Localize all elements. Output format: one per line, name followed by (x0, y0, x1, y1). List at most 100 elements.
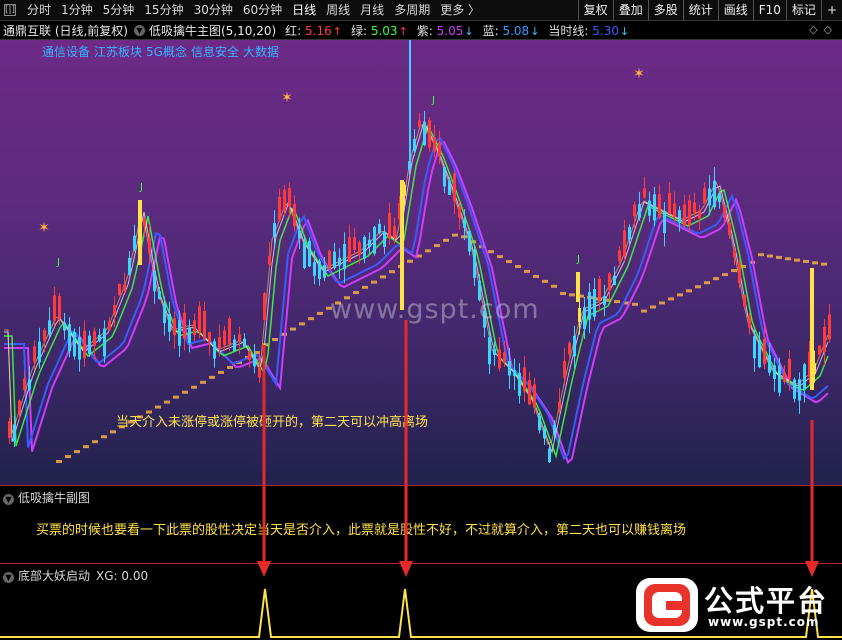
toolbar-button[interactable]: 统计 (682, 0, 718, 20)
candle-body (438, 141, 441, 157)
candle-body (618, 250, 621, 261)
sub-panel-2-title[interactable]: ▼ 底部大妖启动 XG: 0.00 (3, 567, 148, 584)
candle-body (358, 242, 361, 255)
period-tab[interactable]: 多周期 (389, 0, 435, 20)
chevron-down-icon[interactable]: ▼ (134, 24, 145, 36)
period-tab[interactable]: 分时 (22, 0, 56, 20)
candle-body (748, 315, 751, 328)
candle-body (303, 241, 306, 269)
candle-body (818, 345, 821, 355)
staircase-segment (659, 301, 665, 305)
period-tab[interactable]: 更多 〉 (435, 0, 485, 20)
staircase-segment (371, 280, 377, 284)
period-tab[interactable]: 15分钟 (139, 0, 188, 20)
candle-body (288, 188, 291, 207)
toolbar-button[interactable]: 画线 (717, 0, 753, 20)
period-tab[interactable]: 1分钟 (56, 0, 98, 20)
staircase-segment (182, 390, 188, 394)
staircase-segment (200, 380, 206, 384)
annotation-sub: 买票的时候也要看一下此票的股性决定当天是否介入，此票就是股性不好，不过就算介入，… (36, 523, 687, 538)
ma-value: 红: 5.16↑ (285, 23, 342, 38)
period-tab[interactable]: 周线 (321, 0, 355, 20)
candle-body (573, 335, 576, 357)
staircase-segment (74, 450, 80, 454)
candle-body (388, 212, 391, 239)
staircase-segment (65, 455, 71, 459)
signal-candle (400, 180, 404, 310)
candle-body (368, 239, 371, 248)
candle-body (218, 337, 221, 349)
candle-body (698, 210, 701, 219)
toolbar-button[interactable]: 标记 (785, 0, 821, 20)
period-tab[interactable]: 月线 (355, 0, 389, 20)
candle-body (493, 348, 496, 355)
candle-body (568, 342, 571, 355)
staircase-segment (776, 255, 782, 259)
candle-body (668, 192, 671, 214)
period-tab[interactable]: 60分钟 (238, 0, 287, 20)
candle-body (768, 355, 771, 373)
period-tabs: 分时 1分钟 5分钟 15分钟 30分钟 60分钟 日线 周线 月线 多周期 更多 〉 (22, 0, 485, 20)
candle-body (693, 202, 696, 213)
toolbar-button[interactable]: F10 (752, 0, 786, 20)
candle-body (108, 321, 111, 330)
candle-body (363, 236, 366, 259)
signal-label-j: J (56, 257, 60, 268)
candle-body (183, 312, 186, 339)
candle-body (608, 273, 611, 290)
candle-body (593, 289, 596, 317)
candle-body (718, 193, 721, 203)
concept-tag[interactable]: 大数据 (243, 45, 279, 59)
concept-tag[interactable]: 5G概念 (146, 45, 187, 59)
candle-body (88, 335, 91, 354)
ma-green-line (4, 123, 829, 459)
candle-body (638, 204, 641, 218)
candle-body (558, 401, 561, 410)
staircase-segment (704, 281, 710, 285)
period-tab[interactable]: 日线 (287, 0, 321, 20)
toolbar-button[interactable]: 多股 (647, 0, 683, 20)
candle-body (598, 278, 601, 300)
period-tab[interactable]: 5分钟 (98, 0, 140, 20)
candle-body (588, 292, 591, 320)
staircase-segment (551, 284, 557, 288)
candle-body (688, 200, 691, 226)
runner-icon: ✶ (281, 90, 293, 106)
indicator-name[interactable]: 低吸擒牛主图(5,10,20) (149, 22, 276, 39)
candle-body (173, 318, 176, 336)
candle-body (643, 188, 646, 198)
candle-body (723, 205, 726, 219)
sub-panel-1-title[interactable]: ▼ 低吸擒牛副图 (3, 489, 90, 506)
toolbar-button[interactable]: + (820, 0, 842, 20)
candle-body (743, 295, 746, 307)
concept-tag[interactable]: 通信设备 (42, 45, 90, 59)
staircase-segment (299, 322, 305, 326)
candle-body (228, 318, 231, 345)
period-tab[interactable]: 30分钟 (189, 0, 238, 20)
staircase-segment (191, 385, 197, 389)
panel-toggle-icon[interactable]: [|] (4, 4, 16, 16)
candle-body (198, 306, 201, 332)
main-chart-panel[interactable]: J J J J ✶ ✶ ✶ 通信设备 江苏板块 5G概念 信息安全 大数据 www.gspt.com… (0, 40, 842, 485)
toolbar-button[interactable]: 复权 (577, 0, 613, 20)
staircase-segment (362, 285, 368, 289)
concept-tag[interactable]: 江苏板块 (94, 45, 142, 59)
staircase-segment (83, 445, 89, 449)
candle-body (508, 361, 511, 376)
sub-panel-1[interactable]: ▼ 低吸擒牛副图 买票的时候也要看一下此票的股性决定当天是否介入，此票就是股性不好… (0, 485, 842, 563)
candle-body (143, 218, 146, 227)
panel-controls-icon[interactable]: ◇◇ (809, 23, 838, 36)
candle-body (68, 324, 71, 352)
chevron-down-icon[interactable]: ▼ (3, 572, 14, 583)
candle-body (753, 336, 756, 359)
candle-body (128, 257, 131, 275)
candle-body (543, 428, 546, 439)
chevron-down-icon[interactable]: ▼ (3, 494, 14, 505)
candle-body (118, 284, 121, 296)
candle-body (133, 235, 136, 250)
toolbar-button[interactable]: 叠加 (612, 0, 648, 20)
stock-name[interactable]: 通鼎互联 (日线,前复权) (3, 22, 128, 39)
staircase-segment (785, 257, 791, 261)
concept-tag[interactable]: 信息安全 (191, 45, 239, 59)
candle-body (298, 230, 301, 239)
